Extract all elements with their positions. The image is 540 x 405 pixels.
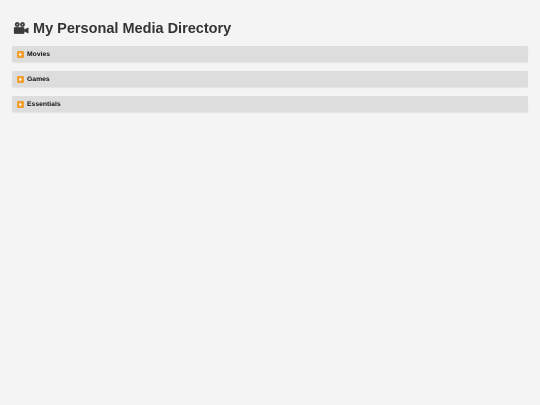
folder-essentials[interactable]: Essentials [12,96,528,112]
expand-arrow-icon [17,50,24,58]
folder-label-essentials: Essentials [27,100,61,108]
folder-games[interactable]: Games [12,71,528,87]
page-header: My Personal Media Directory [12,19,528,39]
expand-arrow-icon [17,75,24,83]
media-directory-page: My Personal Media Directory Movies Games… [0,0,540,405]
page-title: My Personal Media Directory [33,21,232,37]
folder-movies[interactable]: Movies [12,46,528,62]
expand-arrow-icon [17,100,24,108]
movie-camera-icon [13,22,29,34]
folder-label-movies: Movies [27,50,51,58]
folder-label-games: Games [27,75,50,83]
